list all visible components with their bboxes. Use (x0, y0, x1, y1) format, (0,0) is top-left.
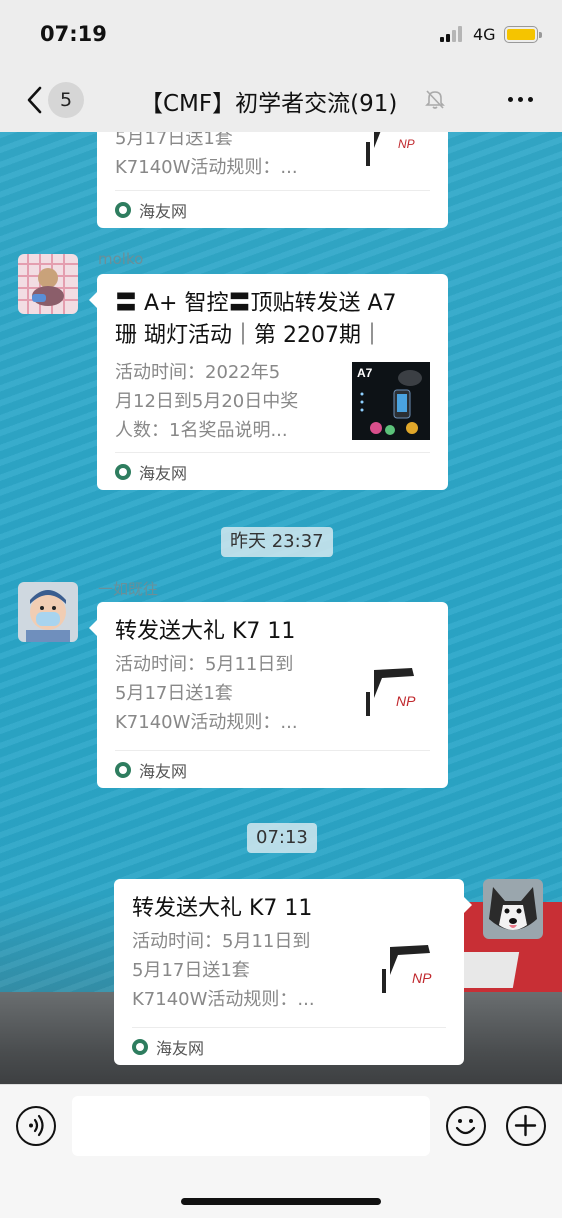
card-desc-line: 活动时间：2022年5 (115, 362, 281, 383)
signal-icon (440, 26, 466, 42)
bell-slash-icon (425, 90, 445, 109)
card-body: 活动时间：2022年5 月12日到5月20日中奖 人数：1名奖品说明... A7 (115, 358, 430, 445)
emoji-icon (455, 1119, 476, 1135)
card-source: 海友网 (115, 750, 430, 788)
product-thumbnail: A7 (352, 362, 430, 440)
card-desc-line: 活动时间：5月11日到 (115, 654, 294, 675)
card-title-line: 〓 A+ 智控〓顶贴转发送 A7 (115, 291, 397, 316)
nav-bar: 5 【CMF】初学者交流(91) (0, 66, 562, 132)
bubble-tail (89, 292, 97, 308)
svg-text:NP: NP (396, 693, 416, 709)
card-body: 5月17日送1套 K7140W活动规则：... NP (115, 132, 430, 186)
link-card[interactable]: 转发送大礼 K7 11 活动时间：5月11日到 5月17日送1套 K7140W活… (89, 602, 448, 788)
haiyou-logo-icon (132, 1038, 148, 1055)
haiyou-logo-icon (115, 463, 131, 480)
card-desc-line: K7140W活动规则：... (132, 989, 315, 1010)
bubble-tail (89, 620, 97, 636)
card-body: 活动时间：5月11日到 5月17日送1套 K7140W活动规则：... NP (115, 650, 430, 737)
svg-text:NP: NP (412, 970, 432, 986)
network-label: 4G (473, 25, 496, 44)
sender-name: molko (98, 250, 144, 268)
unread-count-badge: 5 (48, 82, 84, 118)
plus-button[interactable] (506, 1106, 546, 1146)
chat-title: 【CMF】初学者交流(91) (140, 91, 398, 117)
card-description: 5月17日送1套 K7140W活动规则：... (115, 132, 335, 182)
card-desc-line: 5月17日送1套 (115, 683, 233, 704)
card-desc-line: 5月17日送1套 (132, 960, 250, 981)
card-desc-line: 月12日到5月20日中奖 (115, 391, 299, 412)
card-source: 海友网 (115, 452, 430, 490)
avatar[interactable] (18, 582, 78, 642)
source-label: 海友网 (156, 1038, 205, 1058)
card-title-line: 珊 瑚灯活动｜第 2207期｜ (115, 323, 383, 348)
chevron-left-icon (27, 86, 42, 114)
voice-button[interactable] (16, 1106, 56, 1146)
card-title: 转发送大礼 K7 11 (115, 616, 430, 648)
emoji-button[interactable] (446, 1106, 486, 1146)
svg-text:NP: NP (398, 137, 415, 151)
card-desc-line: 5月17日送1套 (115, 132, 233, 149)
avatar[interactable] (483, 879, 543, 939)
card-source: 海友网 (115, 190, 430, 228)
card-desc-line: K7140W活动规则：... (115, 157, 298, 178)
link-card[interactable]: 〓 A+ 智控〓顶贴转发送 A7 珊 瑚灯活动｜第 2207期｜ 活动时间：20… (89, 274, 448, 490)
more-button[interactable] (500, 86, 540, 112)
card-desc-line: K7140W活动规则：... (115, 712, 298, 733)
card-title-line: 转发送大礼 K7 11 (115, 619, 296, 644)
bubble-tail (464, 897, 472, 913)
chat-area[interactable]: 5月17日送1套 K7140W活动规则：... NP 海友网 molko 〓 A… (0, 132, 562, 1084)
avatar-image (483, 879, 543, 939)
battery-icon (504, 26, 542, 43)
link-card[interactable]: 5月17日送1套 K7140W活动规则：... NP 海友网 (97, 132, 448, 228)
card-title: 〓 A+ 智控〓顶贴转发送 A7 珊 瑚灯活动｜第 2207期｜ (115, 288, 430, 352)
status-bar: 07:19 4G (0, 0, 562, 66)
card-description: 活动时间：2022年5 月12日到5月20日中奖 人数：1名奖品说明... (115, 358, 335, 445)
avatar-image (18, 582, 78, 642)
haiyou-logo-icon (115, 201, 131, 218)
product-thumbnail: NP (368, 933, 446, 1011)
plus-icon (514, 1114, 537, 1137)
svg-text:A7: A7 (357, 366, 373, 380)
message-timestamp: 昨天 23:37 (221, 527, 333, 557)
message-timestamp: 07:13 (247, 823, 317, 853)
avatar-image (18, 254, 78, 314)
card-title: 转发送大礼 K7 11 (132, 893, 446, 925)
card-source: 海友网 (132, 1027, 446, 1065)
source-label: 海友网 (139, 201, 188, 221)
card-desc-line: 活动时间：5月11日到 (132, 931, 311, 952)
card-title-line: 转发送大礼 K7 11 (132, 896, 313, 921)
status-time: 07:19 (40, 22, 107, 46)
haiyou-logo-icon (115, 761, 131, 778)
sender-name: 一如既往 (98, 580, 159, 598)
product-thumbnail: NP (352, 132, 430, 186)
avatar[interactable] (18, 254, 78, 314)
card-description: 活动时间：5月11日到 5月17日送1套 K7140W活动规则：... (132, 927, 352, 1014)
card-body: 活动时间：5月11日到 5月17日送1套 K7140W活动规则：... NP (132, 927, 446, 1014)
back-button[interactable]: 5 (18, 82, 88, 118)
voice-icon (29, 1114, 44, 1137)
product-thumbnail: NP (352, 656, 430, 734)
card-description: 活动时间：5月11日到 5月17日送1套 K7140W活动规则：... (115, 650, 335, 737)
source-label: 海友网 (139, 761, 188, 781)
source-label: 海友网 (139, 463, 188, 483)
message-input[interactable] (72, 1096, 430, 1156)
home-indicator[interactable] (181, 1198, 381, 1205)
link-card[interactable]: 转发送大礼 K7 11 活动时间：5月11日到 5月17日送1套 K7140W活… (114, 879, 472, 1065)
card-desc-line: 人数：1名奖品说明... (115, 420, 288, 441)
